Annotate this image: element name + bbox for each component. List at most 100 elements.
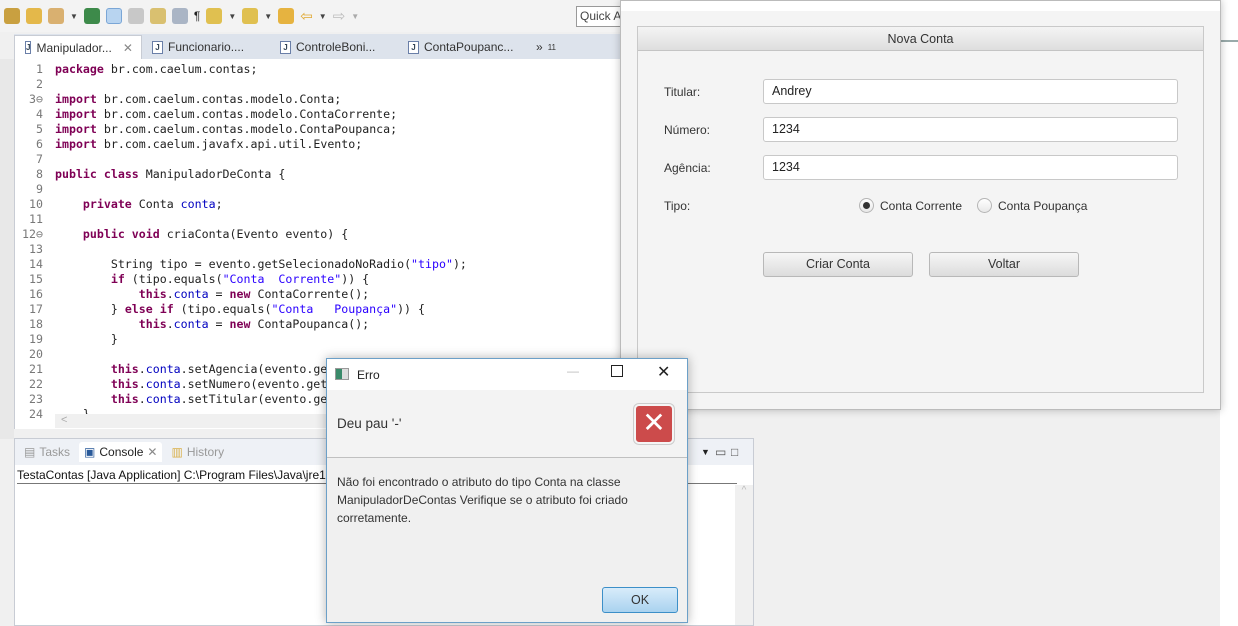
code-line: 19 } <box>15 332 118 347</box>
line-number: 17 <box>29 302 43 316</box>
code-line: 16 this.conta = new ContaCorrente(); <box>15 287 369 302</box>
tab-controleboni[interactable]: J ControleBoni... <box>270 35 398 59</box>
tab-label: ContaPoupanc... <box>424 40 514 54</box>
line-number: 7 <box>36 152 43 166</box>
code-line: 14 String tipo = evento.getSelecionadoNo… <box>15 257 467 272</box>
quick-access-input[interactable]: Quick A <box>576 6 626 27</box>
line-number: 14 <box>29 257 43 271</box>
line-number: 4 <box>36 107 43 121</box>
editor-tabs: J Manipulador... ✕ J Funcionario.... J Contr… <box>14 34 620 59</box>
highlight-icon[interactable] <box>105 8 122 24</box>
code-line: 12⊖ public void criaConta(Evento evento)… <box>15 227 348 242</box>
maximize-icon[interactable] <box>611 365 623 377</box>
console-icon: ▣ <box>84 445 96 459</box>
prev-annotation-icon[interactable] <box>242 8 259 24</box>
chevron-down-icon[interactable]: ▼ <box>264 12 272 21</box>
chevron-down-icon[interactable]: ▼ <box>228 12 236 21</box>
line-number: 12⊖ <box>22 227 43 241</box>
tab-history[interactable]: ▥ History <box>166 442 229 462</box>
criar-conta-button[interactable]: Criar Conta <box>763 252 913 277</box>
code-line: 22 this.conta.setNumero(evento.get <box>15 377 327 392</box>
agencia-input[interactable]: 1234 <box>763 155 1178 180</box>
app-icon <box>335 368 349 380</box>
back-arrow-icon[interactable]: ⇦ <box>300 7 313 25</box>
wand-icon[interactable] <box>48 8 64 24</box>
line-number: 10 <box>29 197 43 211</box>
toggle-block-icon[interactable] <box>149 8 166 24</box>
forward-arrow-icon[interactable]: ⇨ <box>333 7 346 25</box>
code-line: 9 <box>15 182 55 197</box>
minimize-icon[interactable]: — <box>567 364 579 378</box>
left-trim <box>0 59 14 439</box>
pane-title[interactable]: Nova Conta <box>638 27 1203 51</box>
document-icon[interactable] <box>171 8 188 24</box>
code-line: 11 <box>15 212 55 227</box>
ok-button[interactable]: OK <box>602 587 678 613</box>
pin-icon[interactable] <box>83 8 100 24</box>
voltar-button[interactable]: Voltar <box>929 252 1079 277</box>
titular-label: Titular: <box>664 85 701 99</box>
view-menu-icon[interactable]: ▼ <box>701 447 710 457</box>
code-line: 7 <box>15 152 55 167</box>
java-file-icon: J <box>152 40 163 54</box>
code-line: 21 this.conta.setAgencia(evento.ge <box>15 362 327 377</box>
tab-label: Funcionario.... <box>168 40 245 54</box>
ide-toolbar: ▼ ¶ ▼ ▼ ⇦ ▼ ⇨ ▼ <box>0 0 620 32</box>
code-line: 2 <box>15 77 55 92</box>
last-edit-icon[interactable] <box>278 8 295 24</box>
vertical-scrollbar[interactable]: ^ <box>735 485 753 625</box>
pilcrow-icon[interactable]: ¶ <box>194 9 200 23</box>
divider <box>1220 40 1238 42</box>
titular-input[interactable]: Andrey <box>763 79 1178 104</box>
mark-icon[interactable] <box>127 8 144 24</box>
chevron-down-icon[interactable]: ▼ <box>319 12 327 21</box>
line-number: 18 <box>29 317 43 331</box>
code-line: 23 this.conta.setTitular(evento.ge <box>15 392 327 407</box>
next-annotation-icon[interactable] <box>206 8 223 24</box>
java-file-icon: J <box>280 40 291 54</box>
open-folder-icon[interactable] <box>26 8 42 24</box>
code-line: 1 package br.com.caelum.contas; <box>15 62 257 77</box>
code-line: 10 private Conta conta; <box>15 197 223 212</box>
minimize-icon[interactable]: ▭ <box>715 445 726 459</box>
line-number: 15 <box>29 272 43 286</box>
tab-label: ControleBoni... <box>296 40 376 54</box>
tab-overflow[interactable]: » 11 <box>526 35 566 59</box>
line-number: 22 <box>29 377 43 391</box>
tab-console[interactable]: ▣ Console ✕ <box>79 442 163 462</box>
radio-selected-icon <box>859 198 874 213</box>
tab-funcionario[interactable]: J Funcionario.... <box>142 35 270 59</box>
code-line: 8 public class ManipuladorDeConta { <box>15 167 285 182</box>
code-line: 17 } else if (tipo.equals("Conta Poupanç… <box>15 302 425 317</box>
error-dialog: Erro — ✕ Deu pau '-' ✕ Não foi encontrad… <box>326 358 688 623</box>
numero-input[interactable]: 1234 <box>763 117 1178 142</box>
chevron-down-icon[interactable]: ▼ <box>351 12 359 21</box>
radio-conta-poupanca[interactable]: Conta Poupança <box>977 198 1087 213</box>
code-line: 20 <box>15 347 55 362</box>
close-icon[interactable]: ✕ <box>147 445 157 459</box>
tab-contapoupanca[interactable]: J ContaPoupanc... <box>398 35 526 59</box>
radio-unselected-icon <box>977 198 992 213</box>
line-number: 16 <box>29 287 43 301</box>
tab-tasks[interactable]: ▤ Tasks <box>19 442 75 462</box>
dialog-message: Não foi encontrado o atributo do tipo Co… <box>337 475 628 525</box>
line-number: 3⊖ <box>29 92 43 106</box>
close-icon[interactable]: ✕ <box>657 362 670 382</box>
line-number: 19 <box>29 332 43 346</box>
new-project-icon[interactable] <box>4 8 20 24</box>
numero-label: Número: <box>664 123 711 137</box>
line-number: 2 <box>36 77 43 91</box>
history-icon: ▥ <box>171 445 183 459</box>
line-number: 13 <box>29 242 43 256</box>
java-file-icon: J <box>408 40 419 54</box>
tab-manipulador[interactable]: J Manipulador... ✕ <box>14 35 142 59</box>
line-number: 8 <box>36 167 43 181</box>
maximize-icon[interactable]: □ <box>731 445 738 459</box>
dialog-titlebar: Erro — ✕ <box>327 359 687 390</box>
background-area <box>1220 0 1238 626</box>
radio-conta-corrente[interactable]: Conta Corrente <box>859 198 962 213</box>
tab-label: Console <box>99 445 144 459</box>
close-icon[interactable]: ✕ <box>123 41 133 55</box>
chevron-down-icon[interactable]: ▼ <box>70 12 78 21</box>
java-file-icon: J <box>25 41 32 54</box>
